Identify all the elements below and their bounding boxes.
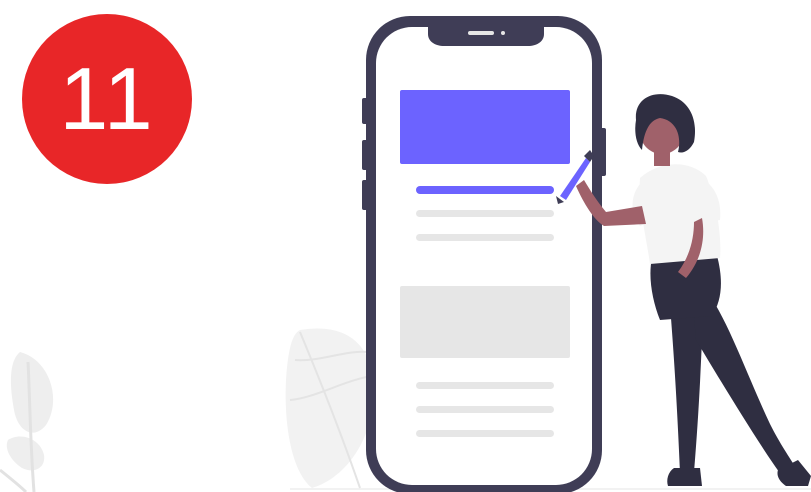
phone-speaker bbox=[468, 31, 494, 35]
screen-hero-block bbox=[400, 90, 570, 164]
screen-text-line bbox=[416, 234, 554, 241]
left-leaf-icon bbox=[0, 352, 54, 492]
page-canvas: 11 bbox=[0, 0, 811, 492]
screen-text-line bbox=[416, 210, 554, 217]
phone-camera bbox=[501, 31, 505, 35]
screen-image-block bbox=[400, 286, 570, 358]
screen-text-line bbox=[416, 430, 554, 437]
number-badge: 11 bbox=[22, 14, 192, 184]
background-leaf-icon bbox=[285, 328, 374, 489]
screen-accent-line bbox=[416, 186, 554, 194]
screen-text-line bbox=[416, 406, 554, 413]
smartphone-icon bbox=[366, 16, 602, 492]
screen-text-line bbox=[416, 382, 554, 389]
